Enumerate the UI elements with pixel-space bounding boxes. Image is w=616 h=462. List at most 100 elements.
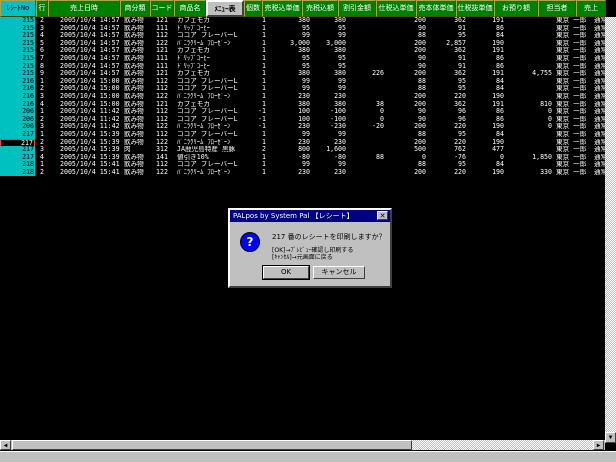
received-cell[interactable]: 0	[506, 123, 552, 131]
line-cell[interactable]: 3	[40, 146, 50, 154]
tax-incl-unit-cell[interactable]: 99	[268, 131, 310, 139]
qty-cell[interactable]: 1	[252, 93, 266, 101]
code-cell[interactable]: 112	[156, 78, 172, 86]
receipt-no-cell[interactable]: 215	[0, 47, 35, 55]
tax-excl-unit-cell[interactable]: 90	[386, 108, 426, 116]
item-name-cell[interactable]: ﾊﾞﾆﾗｸﾘｰﾑ ﾌﾛｰｾﾞｰﾝ	[177, 123, 252, 131]
tax-excl-unit-cell[interactable]: 200	[386, 93, 426, 101]
tax-excl-unit-cell[interactable]: 200	[386, 169, 426, 177]
tax-incl-total-cell[interactable]: 95	[312, 63, 346, 71]
qty-cell[interactable]: 1	[252, 40, 266, 48]
col-received[interactable]: お預り額	[494, 0, 538, 17]
table-row[interactable]: 215 9 2005/10/4 14:57 飲み物 121 カフェモカ 1 380 380 226…	[0, 70, 616, 78]
qty-cell[interactable]: 1	[252, 139, 266, 147]
line-cell[interactable]: 2	[40, 169, 50, 177]
tax-incl-total-cell[interactable]: 95	[312, 25, 346, 33]
qty-cell[interactable]: 1	[252, 25, 266, 33]
line-cell[interactable]: 2	[40, 85, 50, 93]
tax-excl-unit-cell[interactable]: 90	[386, 116, 426, 124]
category-cell[interactable]: 飲み物	[124, 47, 152, 55]
tax-excl-unit-cell[interactable]: 200	[386, 101, 426, 109]
table-row[interactable]: 215 6 2005/10/4 14:57 飲み物 121 カフェモカ 1 380 380 200…	[0, 47, 616, 55]
tax-excl-unit-cell[interactable]: 200	[386, 17, 426, 25]
receipt-no-cell[interactable]: 215	[0, 62, 35, 71]
receipt-no-cell[interactable]: 215	[0, 39, 35, 48]
tax-incl-total-cell[interactable]: 99	[312, 85, 346, 93]
unit-price-cell[interactable]: 95	[428, 85, 466, 93]
table-row[interactable]: 216 1 2005/10/4 15:00 飲み物 112 ココア フレーバーL 1 99 99…	[0, 77, 616, 86]
unit-price-cell[interactable]: 91	[428, 25, 466, 33]
receipt-no-cell[interactable]: 215	[0, 17, 35, 25]
tax-excl-unit-cell[interactable]: 0	[386, 154, 426, 162]
received-cell[interactable]: 0	[506, 116, 552, 124]
category-cell[interactable]: 飲み物	[124, 123, 152, 131]
qty-cell[interactable]: -1	[252, 123, 266, 131]
item-name-cell[interactable]: ﾄﾞﾘｯﾌﾟｺｰﾋｰ	[177, 25, 252, 33]
category-cell[interactable]: 飲み物	[124, 85, 152, 93]
item-name-cell[interactable]: ﾄﾞﾘｯﾌﾟｺｰﾋｰ	[177, 55, 252, 63]
line-cell[interactable]: 1	[40, 78, 50, 86]
date-cell[interactable]: 2005/10/4 15:39	[60, 131, 122, 139]
cost-unit-cell[interactable]: 0	[468, 154, 504, 162]
qty-cell[interactable]: 1	[252, 17, 266, 25]
unit-price-cell[interactable]: 91	[428, 55, 466, 63]
col-tax-incl-total[interactable]: 売税込額	[302, 0, 338, 17]
table-row[interactable]: 215 8 2005/10/4 14:57 飲み物 111 ﾄﾞﾘｯﾌﾟｺｰﾋｰ 1 95 95…	[0, 62, 616, 71]
table-row[interactable]: 217 2 2005/10/4 15:39 飲み物 122 ﾊﾞﾆﾗｸﾘｰﾑ ﾌﾛｰｾﾞｰ…	[0, 138, 616, 149]
tax-incl-unit-cell[interactable]: 380	[268, 70, 310, 78]
qty-cell[interactable]: 1	[252, 70, 266, 78]
date-cell[interactable]: 2005/10/4 15:39	[60, 154, 122, 162]
receipt-no-cell[interactable]: 216	[0, 77, 35, 86]
item-name-cell[interactable]: ココア フレーバーL	[177, 85, 252, 93]
category-cell[interactable]: 飲み物	[124, 17, 152, 25]
unit-price-cell[interactable]: 95	[428, 161, 466, 169]
code-cell[interactable]: 111	[156, 63, 172, 71]
qty-cell[interactable]: -1	[252, 108, 266, 116]
category-cell[interactable]: 飲み物	[124, 116, 152, 124]
date-cell[interactable]: 2005/10/4 15:39	[60, 146, 122, 154]
receipt-no-cell[interactable]: 216	[0, 85, 35, 93]
cost-unit-cell[interactable]: 86	[468, 55, 504, 63]
staff-cell[interactable]: 東京 一郎	[556, 139, 592, 147]
tax-incl-total-cell[interactable]: 380	[312, 47, 346, 55]
item-name-cell[interactable]: JA鹿児島特産 黒豚	[177, 146, 252, 154]
col-line[interactable]: 行	[36, 0, 48, 17]
tax-excl-unit-cell[interactable]: 90	[386, 25, 426, 33]
tax-incl-total-cell[interactable]: 230	[312, 139, 346, 147]
received-cell[interactable]: 1,850	[506, 154, 552, 162]
code-cell[interactable]: 312	[156, 146, 172, 154]
cost-unit-cell[interactable]: 84	[468, 85, 504, 93]
category-cell[interactable]: 飲み物	[124, 63, 152, 71]
staff-cell[interactable]: 東京 一郎	[556, 70, 592, 78]
qty-cell[interactable]: 1	[252, 78, 266, 86]
tax-excl-unit-cell[interactable]: 88	[386, 161, 426, 169]
col-qty[interactable]: 個数	[244, 0, 262, 17]
staff-cell[interactable]: 東京 一郎	[556, 85, 592, 93]
tax-excl-unit-cell[interactable]: 200	[386, 47, 426, 55]
staff-cell[interactable]: 東京 一郎	[556, 17, 592, 25]
line-cell[interactable]: 4	[40, 101, 50, 109]
tax-incl-total-cell[interactable]: 3,000	[312, 40, 346, 48]
item-name-cell[interactable]: ﾊﾞﾆﾗｸﾘｰﾑ ﾌﾛｰｾﾞｰﾝ	[177, 139, 252, 147]
line-cell[interactable]: 1	[40, 161, 50, 169]
item-name-cell[interactable]: ココア フレーバーL	[177, 161, 252, 169]
cost-unit-cell[interactable]: 191	[468, 101, 504, 109]
line-cell[interactable]: 3	[40, 25, 50, 33]
line-cell[interactable]: 4	[40, 32, 50, 40]
scroll-right-icon[interactable]: ▶	[593, 440, 604, 450]
date-cell[interactable]: 2005/10/4 14:57	[60, 25, 122, 33]
tax-excl-unit-cell[interactable]: 200	[386, 70, 426, 78]
receipt-no-cell[interactable]: 218	[0, 161, 35, 169]
tax-incl-unit-cell[interactable]: 99	[268, 85, 310, 93]
date-cell[interactable]: 2005/10/4 11:42	[60, 123, 122, 131]
tax-incl-total-cell[interactable]: -230	[312, 123, 346, 131]
tax-incl-unit-cell[interactable]: 800	[268, 146, 310, 154]
table-row[interactable]: 218 1 2005/10/4 15:41 飲み物 112 ココア フレーバーL 1 99 99…	[0, 161, 616, 169]
tax-incl-total-cell[interactable]: 99	[312, 161, 346, 169]
unit-price-cell[interactable]: 95	[428, 78, 466, 86]
col-cost-unit[interactable]: 仕税抜単価	[456, 0, 494, 17]
code-cell[interactable]: 121	[156, 70, 172, 78]
table-row[interactable]: 216 2 2005/10/4 15:00 飲み物 112 ココア フレーバーL 1 99 99…	[0, 85, 616, 93]
tax-incl-unit-cell[interactable]: 95	[268, 25, 310, 33]
cost-unit-cell[interactable]: 190	[468, 40, 504, 48]
